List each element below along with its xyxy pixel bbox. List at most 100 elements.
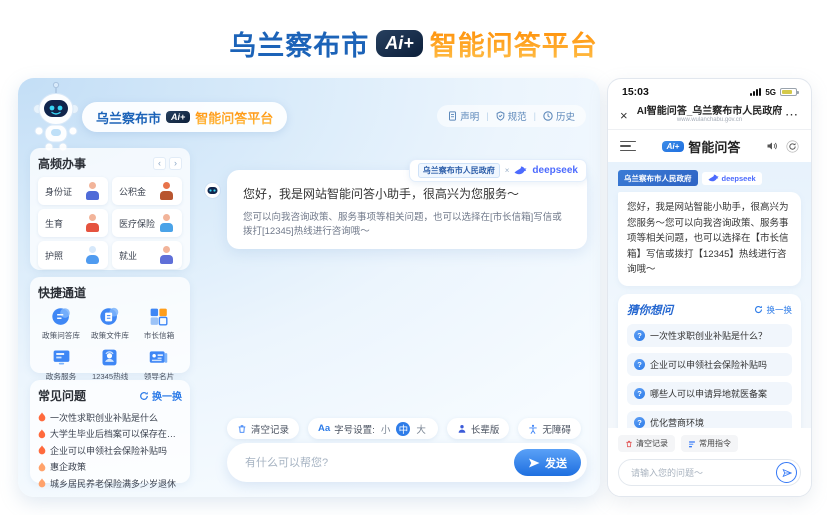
bot-message-bubble: 您好，我是网站智能小助手，很高兴为您服务～您可以向我咨询政策、服务事项等相关问题… — [618, 192, 801, 286]
clear-history-button[interactable]: 清空记录 — [618, 435, 675, 452]
shortcut-qa-library[interactable]: 政策问答库 — [38, 306, 85, 341]
service-item-birth[interactable]: 生育 — [38, 209, 108, 237]
shortcut-policy-files[interactable]: 政策文件库 — [87, 306, 134, 341]
shortcut-label: 政策问答库 — [42, 331, 81, 340]
close-icon[interactable]: × — [620, 108, 637, 123]
service-item-idcard[interactable]: 身份证 — [38, 177, 108, 205]
ai-plus-logo-badge: Ai+ — [166, 111, 191, 123]
faq-text: 惠企政策 — [50, 462, 87, 473]
phone-statusbar: 15:03 5G — [608, 79, 811, 101]
services-card: 高频办事 ‹ › 身份证 公积金 生育 医疗保险 护照 就业 — [30, 148, 190, 270]
prev-arrow-button[interactable]: ‹ — [153, 157, 166, 170]
faq-title: 常见问题 — [38, 389, 87, 403]
service-item-passport[interactable]: 护照 — [38, 241, 108, 269]
suggested-question[interactable]: 哪些人可以申请异地就医备案 — [627, 381, 792, 405]
faq-item[interactable]: 大学生毕业后档案可以保存在哪里 — [38, 426, 182, 443]
faq-text: 大学生毕业后档案可以保存在哪里 — [49, 429, 182, 440]
suggested-question-text: 一次性求职创业补贴是什么？ — [650, 330, 768, 341]
faq-text: 企业可以申领社会保险补贴吗 — [50, 445, 168, 456]
gov-chip: 乌兰察布市人民政府 — [618, 170, 698, 186]
font-small-option[interactable]: 小 — [379, 422, 393, 436]
service-label: 身份证 — [45, 186, 73, 197]
chat-toolbar: 清空记录 字号设置: 小 中 大 长辈版 无障碍 — [227, 418, 581, 439]
faq-refresh-label: 换一换 — [152, 392, 182, 403]
faq-item[interactable]: 一次性求职创业补贴是什么 — [38, 409, 182, 426]
hot-flame-icon — [38, 462, 46, 472]
font-large-option[interactable]: 大 — [414, 422, 428, 436]
shortcut-12345-hotline[interactable]: 12345热线 — [87, 347, 134, 382]
chat-input[interactable] — [243, 455, 514, 470]
suggested-question[interactable]: 企业可以申领社会保险补贴吗 — [627, 352, 792, 376]
phone-app-title: Ai+ 智能问答 — [636, 137, 766, 156]
service-label: 医疗保险 — [119, 218, 156, 229]
chat-input-bar: 发送 — [227, 443, 587, 482]
phone-chat-area: 乌兰察布市人民政府 deepseek 您好，我是网站智能小助手，很高兴为您服务～… — [608, 162, 811, 428]
service-item-fund[interactable]: 公积金 — [112, 177, 182, 205]
phone-input-bar — [618, 459, 801, 486]
statement-link[interactable]: 声明 — [448, 109, 479, 123]
page-title: 乌兰察布市 Ai+ 智能问答平台 — [0, 24, 827, 63]
question-icon — [634, 329, 645, 341]
service-item-medical[interactable]: 医疗保险 — [112, 209, 182, 237]
page: 乌兰察布市 Ai+ 智能问答平台 乌兰察布市 Ai+ 智能问答平台 声明 | 规… — [0, 0, 827, 515]
faq-text: 城乡居民养老保险满多少岁退休 — [50, 478, 177, 489]
services-title: 高频办事 — [38, 157, 87, 171]
shortcut-gov-service[interactable]: 政务服务 — [38, 347, 85, 382]
shortcut-leader-cards[interactable]: 领导名片 — [135, 347, 182, 382]
faq-card: 常见问题 换一换 一次性求职创业补贴是什么 大学生毕业后档案可以保存在哪里 企业… — [30, 380, 190, 489]
history-link[interactable]: 历史 — [543, 109, 575, 123]
common-commands-label: 常用指令 — [699, 439, 731, 448]
refresh-history-icon[interactable] — [786, 139, 799, 153]
shortcut-mayor-mailbox[interactable]: 市长信箱 — [135, 306, 182, 341]
elder-mode-label: 长辈版 — [470, 424, 500, 436]
suggested-question[interactable]: 一次性求职创业补贴是什么？ — [627, 323, 792, 347]
shortcut-label: 政务服务 — [46, 372, 77, 381]
elder-person-icon — [458, 424, 466, 433]
bot-message-bubble: 乌兰察布市人民政府 × deepseek 您好，我是网站智能问答小助手，很高兴为… — [227, 159, 587, 249]
clear-history-button[interactable]: 清空记录 — [227, 418, 300, 439]
refresh-icon — [755, 305, 763, 314]
font-size-icon — [318, 423, 330, 434]
font-medium-option[interactable]: 中 — [396, 421, 411, 436]
robot-mascot-icon — [26, 78, 86, 154]
browser-page-title: AI智能问答_乌兰察布市人民政府 — [636, 106, 783, 118]
faq-item[interactable]: 企业可以申领社会保险补贴吗 — [38, 442, 182, 459]
suggested-question[interactable]: 优化营商环境 — [627, 410, 792, 428]
leader-card-icon — [149, 351, 168, 363]
standard-link[interactable]: 规范 — [496, 109, 527, 123]
send-label: 发送 — [545, 457, 567, 470]
deepseek-label: deepseek — [721, 173, 756, 183]
document-icon — [449, 111, 457, 121]
suggested-question-text: 哪些人可以申请异地就医备案 — [650, 388, 768, 399]
brand-suffix: 智能问答平台 — [195, 108, 273, 127]
housing-fund-icon — [157, 182, 177, 200]
phone-chat-input[interactable] — [629, 466, 776, 479]
next-arrow-button[interactable]: › — [169, 157, 182, 170]
shortcuts-header: 快捷通道 — [38, 284, 182, 301]
paper-plane-icon — [781, 468, 792, 477]
hot-flame-icon — [38, 478, 46, 488]
question-icon — [634, 358, 645, 370]
elder-mode-button[interactable]: 长辈版 — [446, 418, 510, 439]
faq-text: 一次性求职创业补贴是什么 — [50, 412, 159, 423]
common-commands-button[interactable]: 常用指令 — [681, 435, 738, 452]
suggested-question-text: 企业可以申领社会保险补贴吗 — [650, 359, 768, 370]
clock-time: 15:03 — [622, 86, 649, 98]
more-options-icon[interactable]: ⋯ — [782, 107, 799, 123]
faq-item[interactable]: 城乡居民养老保险满多少岁退休 — [38, 475, 182, 492]
suggest-refresh-button[interactable]: 换一换 — [754, 304, 792, 316]
shortcuts-title: 快捷通道 — [38, 286, 87, 300]
accessibility-button[interactable]: 无障碍 — [518, 418, 581, 439]
shortcut-label: 市长信箱 — [143, 331, 174, 340]
bot-greeting: 您好，我是网站智能问答小助手，很高兴为您服务～ — [243, 187, 520, 201]
service-item-employment[interactable]: 就业 — [112, 241, 182, 269]
mayor-mailbox-icon — [150, 308, 168, 326]
ai-plus-logo-badge: Ai+ — [661, 140, 685, 152]
faq-refresh-button[interactable]: 换一换 — [139, 388, 182, 403]
send-button[interactable]: 发送 — [514, 449, 581, 476]
speaker-icon[interactable] — [766, 140, 778, 152]
phone-send-button[interactable] — [776, 462, 797, 483]
shortcuts-card: 快捷通道 政策问答库 政策文件库 市长信箱 政务服务 12345热线 领导名片 — [30, 277, 190, 381]
menu-icon[interactable] — [620, 140, 636, 152]
faq-item[interactable]: 惠企政策 — [38, 459, 182, 476]
